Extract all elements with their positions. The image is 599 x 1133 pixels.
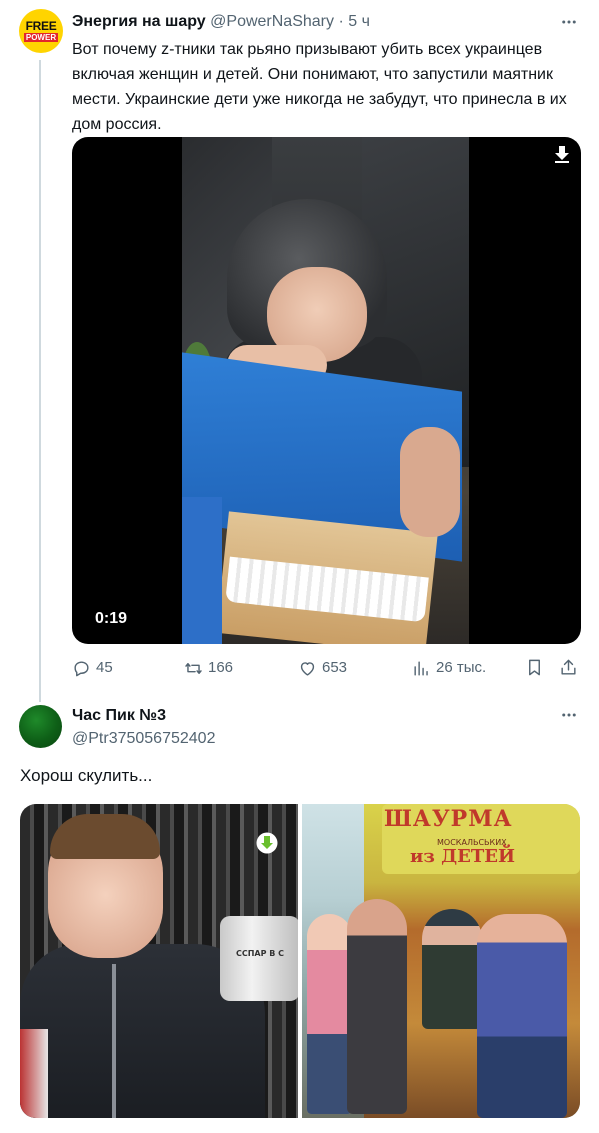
media-grid: ССПАР В С ШАУРМА МОСКАЛЬСЬКИХ из ДЕТЕЙ (20, 804, 580, 1118)
avatar-logo-text-bottom: POWER (23, 33, 59, 42)
avatar[interactable]: FREE POWER (19, 9, 63, 53)
bar-chart-icon (414, 660, 428, 676)
author-handle[interactable]: @PowerNaShary (210, 13, 334, 30)
like-count: 653 (322, 659, 348, 676)
sign-text-bottom: из ДЕТЕЙ (410, 846, 515, 867)
video-player[interactable]: 0:19 (72, 137, 581, 644)
tweet-text: Вот почему z-тники так рьяно призывают у… (72, 41, 567, 133)
photo-right[interactable]: ШАУРМА МОСКАЛЬСЬКИХ из ДЕТЕЙ (302, 804, 580, 1118)
author-name[interactable]: Энергия на шару (72, 13, 206, 30)
more-horizontal-icon[interactable] (559, 12, 579, 32)
video-frame (182, 137, 469, 644)
retweet-icon (185, 662, 202, 674)
like-button[interactable]: 653 (298, 658, 347, 678)
retweet-count: 166 (208, 659, 234, 676)
can-label: ССПАР В С (235, 949, 285, 958)
avatar-logo-text-top: FREE (25, 19, 57, 33)
share-button[interactable] (559, 658, 578, 677)
tweet-actions: 45 166 653 26 тыс. (72, 658, 582, 680)
more-horizontal-icon[interactable] (559, 705, 579, 725)
views-count: 26 тыс. (436, 659, 487, 676)
retweet-button[interactable]: 166 (184, 658, 233, 678)
reply-icon (74, 660, 89, 676)
tweet-header: Энергия на шару @PowerNaShary · 5 ч (72, 12, 370, 32)
sign-text-top: ШАУРМА (384, 806, 513, 832)
heart-icon (300, 661, 315, 676)
reply-button[interactable]: 45 (72, 658, 113, 678)
reply-count: 45 (96, 659, 113, 676)
tweet-text: Хорош скулить... (20, 766, 153, 785)
thread-connector-line (39, 60, 41, 702)
bookmark-button[interactable] (525, 658, 544, 677)
video-duration: 0:19 (95, 610, 128, 627)
views-button[interactable]: 26 тыс. (412, 658, 486, 678)
tweet-timestamp[interactable]: 5 ч (348, 13, 370, 30)
download-icon[interactable] (256, 832, 278, 854)
photo-left[interactable]: ССПАР В С (20, 804, 298, 1118)
avatar[interactable] (19, 705, 62, 748)
share-icon (561, 659, 576, 675)
bookmark-icon (529, 659, 540, 676)
download-icon[interactable] (553, 145, 571, 163)
author-handle[interactable]: @Ptr375056752402 (72, 729, 215, 749)
header-separator: · (334, 13, 349, 30)
author-name[interactable]: Час Пик №3 (72, 706, 166, 726)
